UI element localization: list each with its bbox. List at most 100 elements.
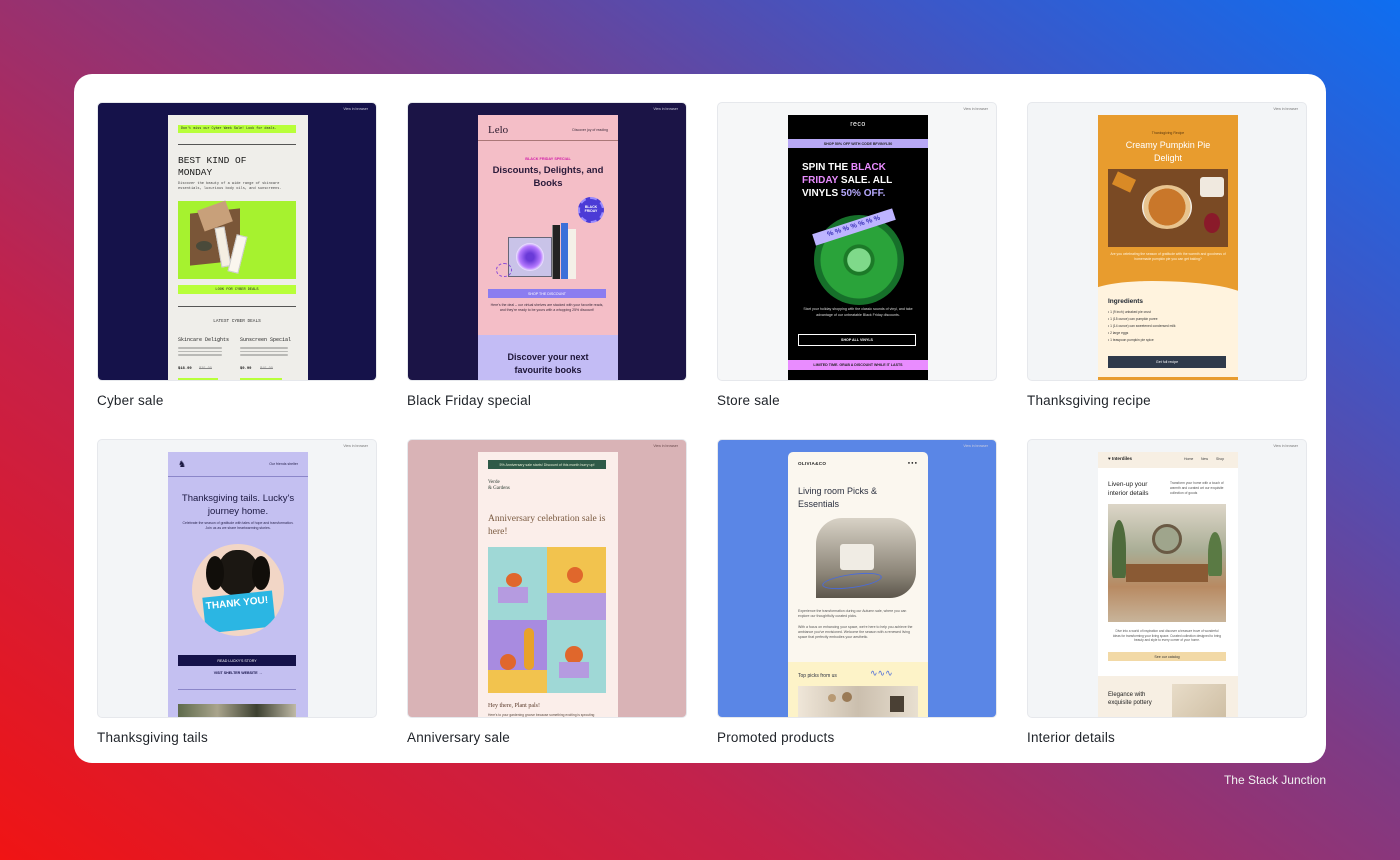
section-title: Ingredients bbox=[1108, 298, 1144, 305]
plant-photo bbox=[547, 547, 606, 620]
email-body: Discover the beauty of a wide range of s… bbox=[178, 182, 282, 191]
section-title: Discover your next favourite books bbox=[507, 352, 589, 375]
nav-link[interactable]: Discover joy of reading bbox=[572, 128, 608, 132]
product-old-price: $15.99 bbox=[260, 367, 273, 371]
template-thumbnail[interactable]: View in browser Thanksgiving Recipe Crea… bbox=[1027, 102, 1307, 381]
pumpkin-pie-photo bbox=[1108, 169, 1228, 247]
nav-new[interactable]: New bbox=[1201, 457, 1208, 461]
email-body: Celebrate the season of gratitude with t… bbox=[182, 521, 294, 530]
section-title: LATEST CYBER DEALS bbox=[213, 319, 261, 324]
template-title[interactable]: Interior details bbox=[1027, 730, 1307, 745]
template-title[interactable]: Black Friday special bbox=[407, 393, 687, 408]
plant-photo bbox=[547, 620, 606, 693]
promo-banner: Don't miss our Cyber Week Sale! Look for… bbox=[178, 125, 296, 133]
template-card-cyber-sale[interactable]: View in browser Don't miss our Cyber Wee… bbox=[97, 102, 377, 408]
email-headline: Living room Picks & Essentials bbox=[798, 486, 878, 509]
template-card-thanksgiving-tails[interactable]: View in browser ♞ Our friends shelter Th… bbox=[97, 439, 377, 745]
shelter-link[interactable]: VISIT SHELTER WEBSITE → bbox=[168, 671, 308, 675]
email-body: Experience the transformation during our… bbox=[798, 609, 907, 618]
email-preview: ♥ Interdiles Home New Shop Liven-up your… bbox=[1098, 452, 1238, 717]
template-thumbnail[interactable]: View in browser Lelo Discover joy of rea… bbox=[407, 102, 687, 381]
email-preview: ♞ Our friends shelter Thanksgiving tails… bbox=[168, 452, 308, 717]
story-photo bbox=[178, 704, 296, 717]
template-thumbnail[interactable]: View in browser OLIVIA&CO ●●● Living roo… bbox=[717, 439, 997, 718]
email-intro: Transform your home with a touch of warm… bbox=[1170, 481, 1224, 495]
product-name: Sunscreen Special bbox=[240, 337, 292, 343]
product-price: $9.99 bbox=[240, 367, 252, 371]
view-in-browser-link[interactable]: View in browser bbox=[343, 107, 368, 111]
section-title: Elegance with exquisite pottery bbox=[1108, 692, 1152, 706]
product-name: Skincare Delights bbox=[178, 337, 230, 343]
email-body: Here's to your gardening groove because … bbox=[488, 713, 595, 717]
template-card-black-friday[interactable]: View in browser Lelo Discover joy of rea… bbox=[407, 102, 687, 408]
template-title[interactable]: Thanksgiving tails bbox=[97, 730, 377, 745]
cta-button[interactable]: Get full recipe bbox=[1108, 356, 1226, 368]
product-photo bbox=[178, 200, 296, 279]
template-thumbnail[interactable]: View in browser Don't miss our Cyber Wee… bbox=[97, 102, 377, 381]
template-title[interactable]: Store sale bbox=[717, 393, 997, 408]
nav-shop[interactable]: Shop bbox=[1216, 457, 1224, 461]
living-room-photo bbox=[816, 518, 916, 598]
email-preview: reco SHOP 50% OFF WITH CODE BFVINYL50 SP… bbox=[788, 115, 928, 380]
promo-bar: SHOP 50% OFF WITH CODE BFVINYL50 bbox=[788, 139, 928, 148]
email-body: Here's the deal – our virtual shelves ar… bbox=[490, 303, 604, 312]
email-body: Are you celebrating the season of gratit… bbox=[1110, 252, 1226, 261]
template-thumbnail[interactable]: View in browser 5% Anniversary sale star… bbox=[407, 439, 687, 718]
view-in-browser-link[interactable]: View in browser bbox=[653, 107, 678, 111]
template-title[interactable]: Thanksgiving recipe bbox=[1027, 393, 1307, 408]
email-body: Start your holiday shopping with the cla… bbox=[803, 307, 913, 317]
view-in-browser-link[interactable]: View in browser bbox=[963, 444, 988, 448]
email-body: Dive into a world of inspiration and dis… bbox=[1112, 629, 1222, 643]
email-headline: Thanksgiving tails. Lucky's journey home… bbox=[181, 493, 295, 517]
brand-logo: OLIVIA&CO bbox=[798, 461, 827, 466]
email-headline: SPIN THE BLACK FRIDAY SALE. ALL VINYLS 5… bbox=[802, 162, 893, 199]
interior-photo bbox=[1108, 504, 1226, 622]
template-thumbnail[interactable]: View in browser ♞ Our friends shelter Th… bbox=[97, 439, 377, 718]
cta-button[interactable]: See our catalog bbox=[1108, 652, 1226, 661]
view-in-browser-link[interactable]: View in browser bbox=[1273, 444, 1298, 448]
view-in-browser-link[interactable]: View in browser bbox=[1273, 107, 1298, 111]
ingredients-list: • 1 (9 inch) unbaked pie crust • 1 (15 o… bbox=[1108, 310, 1176, 342]
template-title[interactable]: Anniversary sale bbox=[407, 730, 687, 745]
social-icons[interactable]: ●●● bbox=[908, 460, 918, 465]
view-in-browser-link[interactable]: View in browser bbox=[963, 107, 988, 111]
cta-button[interactable]: SHOP ALL VINYLS bbox=[798, 334, 916, 346]
template-card-store-sale[interactable]: View in browser reco SHOP 50% OFF WITH C… bbox=[717, 102, 997, 408]
template-card-anniversary-sale[interactable]: View in browser 5% Anniversary sale star… bbox=[407, 439, 687, 745]
email-preview: Don't miss our Cyber Week Sale! Look for… bbox=[168, 115, 308, 380]
brand-logo: reco bbox=[850, 121, 866, 128]
brand-logo: ♥ Interdiles bbox=[1108, 456, 1132, 461]
email-preview: OLIVIA&CO ●●● Living room Picks & Essent… bbox=[788, 452, 928, 717]
template-title[interactable]: Cyber sale bbox=[97, 393, 377, 408]
email-headline: Anniversary celebration sale is here! bbox=[488, 514, 606, 537]
watermark-text: The Stack Junction bbox=[1223, 773, 1326, 787]
nav-home[interactable]: Home bbox=[1184, 457, 1193, 461]
brand-logo: Verde & Gardens bbox=[488, 480, 510, 491]
view-in-browser-link[interactable]: View in browser bbox=[653, 444, 678, 448]
cta-button[interactable]: READ LUCKY'S STORY bbox=[178, 655, 296, 666]
squiggle-decoration: ∿∿∿ bbox=[870, 668, 893, 678]
pottery-photo bbox=[1172, 684, 1226, 717]
email-preview: Thanksgiving Recipe Creamy Pumpkin Pie D… bbox=[1098, 115, 1238, 380]
badge-text: BLACK FRIDAY bbox=[584, 205, 598, 213]
cta-button[interactable]: SHOP THE DISCOUNT bbox=[488, 289, 606, 298]
template-card-thanksgiving-recipe[interactable]: View in browser Thanksgiving Recipe Crea… bbox=[1027, 102, 1307, 408]
email-preview: Lelo Discover joy of reading BLACK FRIDA… bbox=[478, 115, 618, 380]
eyebrow-label: BLACK FRIDAY SPECIAL bbox=[525, 157, 571, 161]
plant-photo bbox=[488, 547, 547, 620]
template-thumbnail[interactable]: View in browser ♥ Interdiles Home New Sh… bbox=[1027, 439, 1307, 718]
template-card-interior-details[interactable]: View in browser ♥ Interdiles Home New Sh… bbox=[1027, 439, 1307, 745]
cta-button[interactable]: LOOK FOR CYBER DEALS bbox=[178, 285, 296, 294]
view-in-browser-link[interactable]: View in browser bbox=[343, 444, 368, 448]
nav-link[interactable]: Our friends shelter bbox=[269, 462, 298, 466]
product-shelf-photo bbox=[798, 686, 918, 717]
template-title[interactable]: Promoted products bbox=[717, 730, 997, 745]
product-price: $18.99 bbox=[178, 367, 192, 371]
template-thumbnail[interactable]: View in browser reco SHOP 50% OFF WITH C… bbox=[717, 102, 997, 381]
email-body: With a focus on enhancing your space, we… bbox=[798, 625, 913, 639]
email-headline: Discounts, Delights, and Books bbox=[492, 165, 604, 189]
template-card-promoted-products[interactable]: View in browser OLIVIA&CO ●●● Living roo… bbox=[717, 439, 997, 745]
eyebrow-label: Thanksgiving Recipe bbox=[1151, 131, 1185, 135]
dog-photo bbox=[192, 544, 284, 636]
product-old-price: $25.99 bbox=[199, 367, 212, 371]
